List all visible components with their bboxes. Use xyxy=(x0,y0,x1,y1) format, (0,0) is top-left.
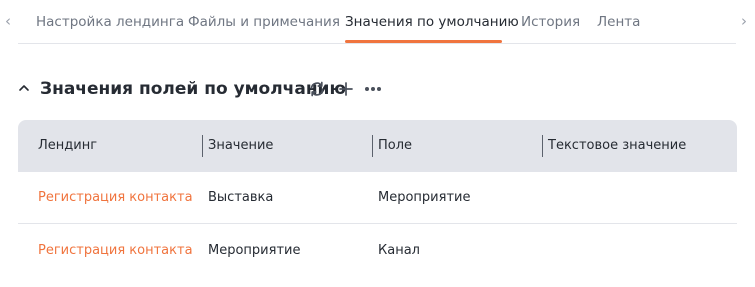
cell-value: Мероприятие xyxy=(208,243,301,258)
refresh-icon[interactable] xyxy=(306,78,328,100)
column-header-field[interactable]: Поле xyxy=(378,120,412,172)
chevron-right-icon[interactable]: › xyxy=(738,11,750,31)
section-header: Значения полей по умолчанию xyxy=(0,74,755,104)
column-header-text-value[interactable]: Текстовое значение xyxy=(548,120,686,172)
tab-feed[interactable]: Лента xyxy=(597,13,640,31)
grid-header: Лендинг Значение Поле Текстовое значение xyxy=(18,120,737,172)
tabs-bar: ‹ Настройка лендинга Файлы и примечания … xyxy=(0,0,755,44)
column-header-landing[interactable]: Лендинг xyxy=(38,120,97,172)
chevron-up-icon[interactable] xyxy=(16,80,32,96)
defaults-grid: Лендинг Значение Поле Текстовое значение… xyxy=(18,120,737,280)
table-row[interactable]: Регистрация контакта Мероприятие Канал xyxy=(18,225,737,277)
column-resize-handle[interactable] xyxy=(202,135,203,157)
chevron-left-icon[interactable]: ‹ xyxy=(2,11,14,31)
column-header-value[interactable]: Значение xyxy=(208,120,273,172)
tab-files-notes[interactable]: Файлы и примечания xyxy=(188,13,340,31)
more-icon[interactable] xyxy=(362,78,384,100)
column-resize-handle[interactable] xyxy=(372,135,373,157)
landing-link[interactable]: Регистрация контакта xyxy=(38,172,193,224)
column-resize-handle[interactable] xyxy=(542,135,543,157)
table-row[interactable]: Регистрация контакта Выставка Мероприяти… xyxy=(18,172,737,224)
cell-value: Выставка xyxy=(208,190,274,205)
tab-landing-settings[interactable]: Настройка лендинга xyxy=(36,13,184,31)
cell-field: Канал xyxy=(378,243,420,258)
tabs-divider xyxy=(18,43,736,44)
cell-field: Мероприятие xyxy=(378,190,471,205)
section-title: Значения полей по умолчанию xyxy=(40,79,346,99)
tab-history[interactable]: История xyxy=(521,13,580,31)
plus-icon[interactable] xyxy=(335,78,357,100)
tab-default-values[interactable]: Значения по умолчанию xyxy=(345,13,519,31)
landing-link[interactable]: Регистрация контакта xyxy=(38,225,193,277)
